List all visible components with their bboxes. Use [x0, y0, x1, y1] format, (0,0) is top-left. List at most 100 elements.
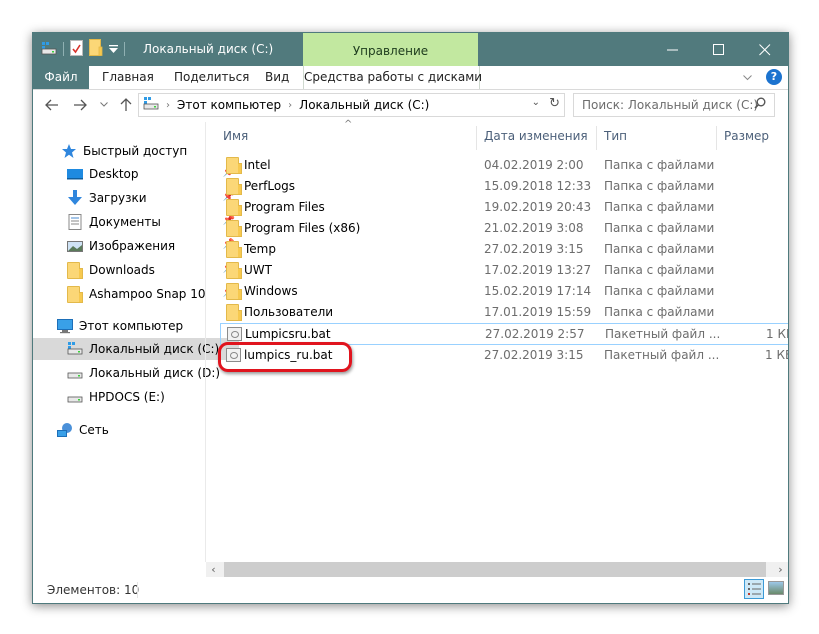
explorer-window: Локальный диск (C:) Управление Файл Глав…	[32, 32, 789, 604]
minimize-icon	[667, 49, 678, 50]
close-button[interactable]	[742, 33, 788, 66]
expand-ribbon-button[interactable]	[743, 70, 752, 84]
divider	[137, 582, 138, 598]
details-view-icon	[748, 583, 761, 595]
column-divider[interactable]	[716, 126, 717, 150]
arrow-up-icon	[120, 98, 132, 111]
maximize-button[interactable]	[696, 33, 742, 66]
chevron-right-icon[interactable]: ›	[288, 100, 292, 111]
maximize-icon	[713, 43, 724, 55]
help-button[interactable]: ?	[766, 69, 782, 85]
title-bar: Локальный диск (C:) Управление	[33, 33, 788, 66]
folder-icon	[226, 178, 242, 195]
separator	[63, 42, 64, 56]
pictures-icon	[67, 238, 83, 254]
scroll-left-button[interactable]: ‹	[206, 562, 221, 577]
drive-c-icon	[143, 97, 159, 113]
column-divider[interactable]	[596, 126, 597, 150]
tab-share[interactable]: Поделиться	[174, 66, 249, 89]
search-placeholder: Поиск: Локальный диск (C:)	[582, 98, 759, 112]
drive-icon	[67, 365, 83, 381]
file-row[interactable]: Temp 27.02.2019 3:15 Папка с файлами	[220, 239, 788, 260]
recent-locations-button[interactable]	[95, 96, 113, 114]
properties-icon[interactable]	[70, 39, 83, 59]
tab-view[interactable]: Вид	[265, 66, 289, 89]
chevron-right-icon[interactable]: ›	[166, 100, 170, 111]
address-history-dropdown[interactable]: ⌄	[532, 97, 540, 108]
file-row[interactable]: UWT 17.02.2019 13:27 Папка с файлами	[220, 260, 788, 281]
forward-button[interactable]	[71, 96, 89, 114]
search-icon[interactable]	[754, 97, 766, 112]
column-header-type[interactable]: Тип	[604, 122, 627, 154]
search-input[interactable]: Поиск: Локальный диск (C:)	[573, 93, 775, 117]
arrow-left-icon	[45, 99, 58, 111]
drive-c-icon	[67, 341, 83, 357]
quick-access-toolbar	[41, 39, 125, 59]
folder-icon	[226, 262, 242, 279]
refresh-button[interactable]: ↻	[549, 96, 560, 111]
folder-icon	[226, 241, 242, 258]
file-row[interactable]: lumpics_ru.bat 27.02.2019 3:15 Пакетный …	[220, 345, 788, 366]
window-title: Локальный диск (C:)	[143, 42, 274, 56]
network-icon	[57, 422, 73, 438]
customize-toolbar-icon[interactable]	[109, 42, 118, 56]
folder-icon	[67, 262, 83, 279]
address-bar[interactable]: › Этот компьютер › Локальный диск (C:) ⌄…	[138, 93, 565, 117]
large-icons-view-button[interactable]	[768, 581, 784, 595]
sidebar-item-quick-access[interactable]: Быстрый доступ	[33, 140, 233, 162]
breadcrumb-this-pc[interactable]: Этот компьютер	[177, 98, 281, 112]
navigation-bar: › Этот компьютер › Локальный диск (C:) ⌄…	[33, 90, 788, 122]
sort-ascending-icon: ^	[344, 119, 353, 130]
folder-icon	[226, 157, 242, 174]
status-bar: Элементов: 10	[33, 577, 788, 603]
file-row[interactable]: Program Files 19.02.2019 20:43 Папка с ф…	[220, 197, 788, 218]
scroll-thumb[interactable]	[224, 562, 766, 577]
file-row[interactable]: Program Files (x86) 21.02.2019 3:08 Папк…	[220, 218, 788, 239]
minimize-button[interactable]	[650, 33, 696, 66]
document-icon	[67, 214, 83, 230]
chevron-down-icon	[100, 102, 108, 107]
file-row[interactable]: Lumpicsru.bat 27.02.2019 2:57 Пакетный ф…	[220, 323, 788, 345]
window-controls	[650, 33, 788, 66]
batch-file-icon	[226, 347, 242, 363]
arrow-right-icon	[74, 99, 87, 111]
chevron-down-icon	[743, 75, 752, 81]
context-tab-header: Управление	[303, 33, 478, 66]
breadcrumb: › Этот компьютер › Локальный диск (C:)	[143, 97, 429, 113]
computer-icon	[57, 318, 73, 334]
folder-icon	[226, 283, 242, 300]
sidebar-item-network[interactable]: Сеть	[33, 419, 229, 441]
new-folder-icon[interactable]	[89, 39, 103, 59]
ribbon-tabs: Файл Главная Поделиться Вид Средства раб…	[33, 66, 788, 90]
folder-icon	[226, 304, 242, 321]
folder-icon	[67, 286, 83, 303]
scroll-right-button[interactable]: ›	[773, 562, 788, 577]
tab-drive-tools[interactable]: Средства работы с дисками	[303, 66, 482, 89]
drive-icon	[41, 41, 57, 58]
close-icon	[759, 43, 771, 55]
batch-file-icon	[227, 326, 243, 342]
breadcrumb-local-disk-c[interactable]: Локальный диск (C:)	[299, 98, 429, 112]
star-icon	[61, 143, 77, 159]
up-button[interactable]	[117, 96, 135, 114]
navigation-pane: Быстрый доступ Desktop 📌 Загрузки 📌 Доку…	[33, 122, 239, 576]
item-count: Элементов: 10	[47, 583, 140, 597]
horizontal-scrollbar[interactable]: ‹ ›	[206, 562, 788, 577]
drive-icon	[67, 389, 83, 405]
ribbon-right-controls: ?	[743, 69, 782, 85]
column-header-name[interactable]: Имя	[223, 122, 248, 154]
tab-home[interactable]: Главная	[102, 66, 154, 89]
tab-file[interactable]: Файл	[33, 66, 89, 89]
desktop-icon	[67, 166, 83, 182]
sidebar-item-this-pc[interactable]: Этот компьютер	[33, 315, 229, 337]
column-header-size[interactable]: Размер	[724, 122, 769, 154]
file-list: ^ Имя Дата изменения Тип Размер Intel 04…	[205, 119, 788, 562]
file-row[interactable]: PerfLogs 15.09.2018 12:33 Папка с файлам…	[220, 176, 788, 197]
column-header-date[interactable]: Дата изменения	[484, 122, 588, 154]
file-row[interactable]: Пользователи 17.01.2019 15:59 Папка с фа…	[220, 302, 788, 323]
column-divider[interactable]	[476, 126, 477, 150]
back-button[interactable]	[43, 96, 61, 114]
file-row[interactable]: Intel 04.02.2019 2:00 Папка с файлами	[220, 155, 788, 176]
file-row[interactable]: Windows 15.02.2019 17:14 Папка с файлами	[220, 281, 788, 302]
details-view-button[interactable]	[744, 579, 764, 599]
